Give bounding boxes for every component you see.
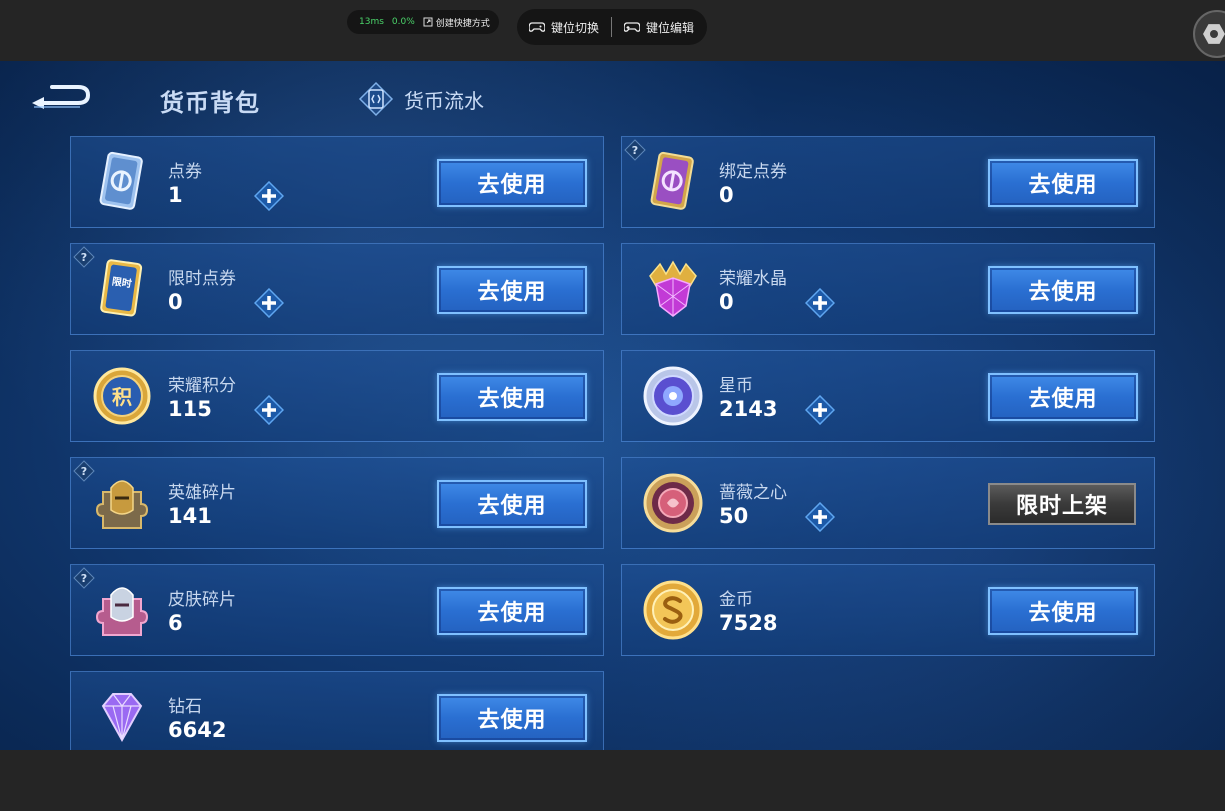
- currency-name: 荣耀积分: [168, 376, 236, 396]
- emulator-top-bar: 13ms 0.0% 创建快捷方式 键位切换 键位编辑: [0, 0, 1225, 61]
- currency-value: 1: [168, 183, 183, 207]
- currency-name: 绑定点券: [719, 162, 787, 182]
- currency-card-hero-shard: ? 英雄碎片 141 去使用: [70, 457, 604, 549]
- use-button[interactable]: 去使用: [437, 587, 587, 635]
- svg-text:?: ?: [81, 572, 87, 585]
- gamepad-icon: [624, 22, 641, 32]
- hero-shard-puzzle-icon: [95, 480, 149, 529]
- currency-name: 点券: [168, 162, 202, 182]
- tab-currency-flow[interactable]: 货币流水: [358, 81, 484, 117]
- glory-crystal-icon: [649, 260, 697, 317]
- emulator-bottom-bar: [0, 750, 1225, 811]
- points-icon-text: 积: [112, 385, 132, 409]
- currency-value: 6642: [168, 718, 227, 742]
- gamepad-icon: [529, 22, 545, 32]
- keymap-edit-label: 键位编辑: [646, 20, 695, 35]
- tab-currency-flow-label: 货币流水: [404, 88, 484, 113]
- currency-card-star-coin: 星币 2143 去使用: [621, 350, 1155, 442]
- plus-icon[interactable]: [805, 288, 835, 318]
- currency-name: 皮肤碎片: [168, 590, 236, 610]
- svg-text:?: ?: [81, 251, 87, 264]
- use-button[interactable]: 去使用: [988, 266, 1138, 314]
- currency-value: 6: [168, 611, 183, 635]
- rose-heart-coin-icon: [643, 473, 703, 533]
- currency-value: 115: [168, 397, 212, 421]
- currency-value: 2143: [719, 397, 778, 421]
- game-viewport: 货币背包 货币流水 点券 1 去使用 ? 绑定点券 0 去使用 ? 限时 限时点…: [0, 61, 1225, 750]
- currency-name: 英雄碎片: [168, 483, 236, 503]
- currency-name: 荣耀水晶: [719, 269, 787, 289]
- currency-card-limited-voucher: ? 限时 限时点券 0 去使用: [70, 243, 604, 335]
- currency-card-glory-crystal: 荣耀水晶 0 去使用: [621, 243, 1155, 335]
- plus-icon[interactable]: [805, 502, 835, 532]
- keymap-pill: 键位切换 键位编辑: [517, 9, 707, 45]
- diamond-icon: [101, 693, 143, 743]
- use-button[interactable]: 去使用: [988, 373, 1138, 421]
- limited-release-button[interactable]: 限时上架: [988, 483, 1136, 525]
- use-button[interactable]: 去使用: [988, 159, 1138, 207]
- plus-icon[interactable]: [805, 395, 835, 425]
- currency-flow-icon: [358, 81, 394, 117]
- currency-card-rose-heart: 蔷薇之心 50 限时上架: [621, 457, 1155, 549]
- currency-value: 0: [168, 290, 183, 314]
- currency-card-voucher: 点券 1 去使用: [70, 136, 604, 228]
- cpu-readout: 0.0%: [391, 17, 415, 27]
- use-button[interactable]: 去使用: [437, 159, 587, 207]
- currency-value: 0: [719, 183, 734, 207]
- settings-float-button[interactable]: [1193, 10, 1225, 58]
- use-button[interactable]: 去使用: [437, 694, 587, 742]
- bound-voucher-card-icon: [650, 151, 694, 210]
- gold-coin-icon: [643, 580, 703, 640]
- currency-card-bound-voucher: ? 绑定点券 0 去使用: [621, 136, 1155, 228]
- shortcut-label: 创建快捷方式: [435, 18, 490, 29]
- skin-shard-puzzle-icon: [95, 587, 149, 636]
- page-title: 货币背包: [160, 89, 260, 117]
- keymap-switch-button[interactable]: 键位切换: [517, 9, 611, 45]
- back-arrow-icon[interactable]: [30, 81, 94, 115]
- currency-value: 7528: [719, 611, 778, 635]
- voucher-card-icon: [99, 151, 143, 210]
- plus-icon[interactable]: [254, 395, 284, 425]
- use-button[interactable]: 去使用: [437, 373, 587, 421]
- use-button[interactable]: 去使用: [437, 266, 587, 314]
- latency-readout: 13ms: [359, 17, 384, 27]
- currency-value: 141: [168, 504, 212, 528]
- limited-voucher-card-icon: 限时: [100, 259, 143, 317]
- svg-text:?: ?: [81, 465, 87, 478]
- currency-card-glory-points: 积 荣耀积分 115 去使用: [70, 350, 604, 442]
- currency-name: 金币: [719, 590, 753, 610]
- create-shortcut-button[interactable]: 创建快捷方式: [423, 16, 490, 29]
- currency-name: 蔷薇之心: [719, 483, 787, 503]
- performance-pill: 13ms 0.0% 创建快捷方式: [347, 10, 499, 34]
- shortcut-icon: [423, 17, 433, 27]
- currency-value: 0: [719, 290, 734, 314]
- currency-value: 50: [719, 504, 749, 528]
- currency-card-diamond: 钻石 6642 去使用: [70, 671, 604, 750]
- keymap-edit-button[interactable]: 键位编辑: [612, 9, 706, 45]
- use-button[interactable]: 去使用: [988, 587, 1138, 635]
- currency-card-skin-shard: ? 皮肤碎片 6 去使用: [70, 564, 604, 656]
- glory-points-coin-icon: 积: [93, 367, 151, 425]
- keymap-switch-label: 键位切换: [551, 20, 600, 35]
- hex-settings-icon: [1203, 24, 1225, 44]
- svg-text:?: ?: [632, 144, 638, 157]
- currency-name: 星币: [719, 376, 753, 396]
- currency-name: 限时点券: [168, 269, 236, 289]
- currency-name: 钻石: [168, 697, 202, 717]
- star-coin-icon: [643, 366, 703, 426]
- plus-icon[interactable]: [254, 288, 284, 318]
- currency-card-gold-coin: 金币 7528 去使用: [621, 564, 1155, 656]
- use-button[interactable]: 去使用: [437, 480, 587, 528]
- plus-icon[interactable]: [254, 181, 284, 211]
